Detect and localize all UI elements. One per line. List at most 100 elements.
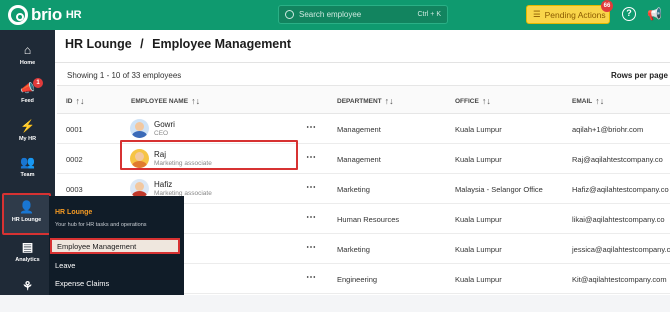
- search-shortcut: Ctrl + K: [417, 11, 441, 18]
- avatar: [130, 119, 149, 138]
- logo-suffix: HR: [65, 9, 82, 21]
- sort-icon: ↑↓: [595, 96, 605, 106]
- divider: [55, 62, 670, 63]
- row-menu-button[interactable]: ⋯: [306, 212, 316, 223]
- office-cell: Malaysia - Selangor Office: [455, 185, 543, 194]
- department-cell: Management: [337, 125, 381, 134]
- search-placeholder: Search employee: [299, 10, 362, 19]
- sidebar-item-team[interactable]: 👥 Team: [4, 150, 51, 188]
- table-row[interactable]: 0001 Gowri CEO ⋯ Management Kuala Lumpur…: [57, 114, 670, 144]
- breadcrumb-separator: /: [140, 37, 144, 51]
- email-cell: aqilah+1@briohr.com: [572, 125, 644, 134]
- menu-item-leave[interactable]: Leave: [55, 258, 176, 274]
- list-icon: ☰: [533, 9, 541, 19]
- employee-id: 0003: [66, 185, 83, 194]
- department-cell: Management: [337, 155, 381, 164]
- sidebar-item-label: Analytics: [15, 257, 40, 263]
- pending-actions-button[interactable]: ☰ Pending Actions 66: [526, 0, 613, 24]
- showing-count: Showing 1 - 10 of 33 employees: [67, 71, 182, 80]
- menu-item-expense-claims[interactable]: Expense Claims: [55, 276, 176, 292]
- employee-title: CEO: [154, 129, 169, 137]
- sort-icon: ↑↓: [75, 96, 85, 106]
- help-circle-icon[interactable]: ?: [622, 7, 636, 21]
- breadcrumb-root[interactable]: HR Lounge: [65, 37, 132, 51]
- rows-per-page-label[interactable]: Rows per page: [611, 71, 668, 80]
- employee-cell[interactable]: Raj Marketing associate: [130, 149, 212, 168]
- employee-name: Hafiz: [154, 179, 173, 189]
- column-header-email[interactable]: EMAIL ↑↓: [572, 96, 604, 106]
- row-menu-button[interactable]: ⋯: [306, 272, 316, 283]
- sidebar-item-analytics[interactable]: ▤ Analytics: [4, 235, 51, 273]
- employee-cell[interactable]: Gowri CEO: [130, 119, 175, 138]
- sort-icon: ↑↓: [481, 96, 491, 106]
- logo-icon: [8, 5, 28, 25]
- sidebar-item-org[interactable]: ⚘: [4, 274, 51, 312]
- table-row[interactable]: 0002 Raj Marketing associate ⋯ Managemen…: [57, 144, 670, 174]
- column-label: DEPARTMENT: [337, 97, 382, 105]
- column-label: EMPLOYEE NAME: [131, 97, 189, 105]
- office-cell: Kuala Lumpur: [455, 155, 502, 164]
- sidebar-item-label: Home: [19, 60, 36, 66]
- sidebar-item-feed[interactable]: 📣 1 Feed: [4, 76, 51, 114]
- row-menu-button[interactable]: ⋯: [306, 242, 316, 253]
- flyout-subtitle: Your hub for HR tasks and operations: [55, 222, 147, 228]
- search-input[interactable]: Search employee Ctrl + K: [278, 5, 448, 24]
- table-header: ID ↑↓ EMPLOYEE NAME ↑↓ DEPARTMENT ↑↓ OFFICE…: [57, 86, 670, 114]
- sidebar-item-label: Feed: [21, 98, 34, 104]
- email-cell: jessica@aqilahtestcompany.c: [572, 245, 670, 254]
- feed-badge: 1: [33, 78, 43, 88]
- employee-id: 0002: [66, 155, 83, 164]
- user-gear-icon: 👤: [19, 200, 34, 214]
- column-label: ID: [66, 97, 73, 105]
- office-cell: Kuala Lumpur: [455, 215, 502, 224]
- org-chart-icon: ⚘: [22, 279, 33, 293]
- department-cell: Engineering: [337, 275, 378, 284]
- email-cell: Kit@aqilahtestcompany.com: [572, 275, 667, 284]
- sidebar: ⌂ Home 📣 1 Feed ⚡ My HR 👥 Team 👤 HR Loun…: [0, 30, 55, 295]
- sort-icon: ↑↓: [191, 96, 201, 106]
- office-cell: Kuala Lumpur: [455, 275, 502, 284]
- sidebar-item-my-hr[interactable]: ⚡ My HR: [4, 114, 51, 152]
- team-icon: 👥: [20, 155, 35, 169]
- sidebar-item-hr-lounge[interactable]: 👤 HR Lounge: [2, 193, 51, 235]
- office-cell: Kuala Lumpur: [455, 125, 502, 134]
- row-menu-button[interactable]: ⋯: [306, 122, 316, 133]
- sidebar-item-home[interactable]: ⌂ Home: [4, 38, 51, 76]
- chart-icon: ▤: [21, 240, 34, 254]
- department-cell: Marketing: [337, 185, 370, 194]
- pending-actions-label: Pending Actions: [544, 9, 606, 20]
- email-cell: Raj@aqilahtestcompany.co: [572, 155, 663, 164]
- office-cell: Kuala Lumpur: [455, 245, 502, 254]
- brio-logo[interactable]: brio HR: [8, 5, 82, 25]
- department-cell: Human Resources: [337, 215, 400, 224]
- row-menu-button[interactable]: ⋯: [306, 152, 316, 163]
- menu-item-employee-management[interactable]: Employee Management: [50, 238, 180, 254]
- avatar: [130, 149, 149, 168]
- column-label: OFFICE: [455, 97, 479, 105]
- search-icon: [285, 10, 294, 19]
- employee-name: Gowri: [154, 119, 175, 129]
- logo-text: brio: [31, 5, 62, 24]
- home-icon: ⌂: [23, 43, 32, 57]
- column-header-department[interactable]: DEPARTMENT ↑↓: [337, 96, 394, 106]
- top-bar: brio HR Search employee Ctrl + K ☰ Pendi…: [0, 0, 670, 30]
- column-header-id[interactable]: ID ↑↓: [66, 96, 85, 106]
- sidebar-item-label: My HR: [18, 136, 37, 142]
- row-menu-button[interactable]: ⋯: [306, 182, 316, 193]
- sidebar-item-label: Team: [20, 172, 35, 178]
- email-cell: likai@aqilahtestcompany.co: [572, 215, 665, 224]
- breadcrumb-current: Employee Management: [152, 37, 292, 51]
- megaphone-icon[interactable]: 📢: [647, 7, 662, 21]
- column-header-employee-name[interactable]: EMPLOYEE NAME ↑↓: [131, 96, 200, 106]
- column-label: EMAIL: [572, 97, 593, 105]
- bolt-icon: ⚡: [20, 119, 35, 133]
- department-cell: Marketing: [337, 245, 370, 254]
- flyout-title: HR Lounge: [55, 209, 93, 216]
- column-header-office[interactable]: OFFICE ↑↓: [455, 96, 491, 106]
- hr-lounge-flyout-menu: HR Lounge Your hub for HR tasks and oper…: [49, 196, 184, 295]
- employee-name: Raj: [154, 149, 167, 159]
- megaphone-icon: 📣: [20, 81, 35, 95]
- sidebar-item-label: HR Lounge: [11, 217, 42, 223]
- page-title: HR Lounge / Employee Management: [65, 37, 291, 51]
- email-cell: Hafiz@aqilahtestcompany.co: [572, 185, 669, 194]
